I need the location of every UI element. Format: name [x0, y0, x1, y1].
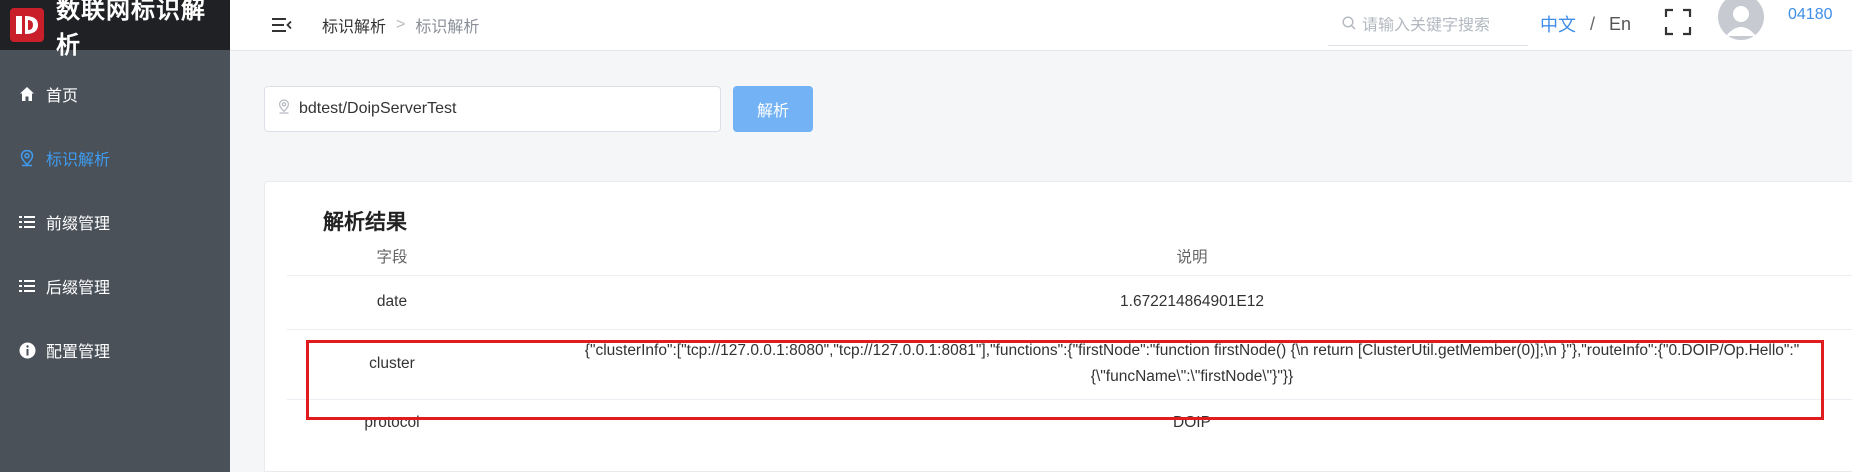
table-row: cluster {"clusterInfo":["tcp://127.0.0.1…	[287, 328, 1852, 399]
user-id[interactable]: 04180	[1788, 6, 1833, 24]
column-header-description: 说明	[1176, 248, 1208, 266]
top-header: 标识解析 > 标识解析 中文 / En 04180	[230, 0, 1852, 51]
cell-description: 1.672214864901E12	[497, 274, 1852, 329]
breadcrumb-separator-icon: >	[396, 16, 406, 33]
list-icon	[18, 277, 36, 295]
sidebar-item-label: 标识解析	[46, 152, 111, 169]
header-search-input[interactable]	[1362, 16, 1522, 35]
brand-title: 数联网标识解析	[56, 0, 206, 59]
sidebar-item-prefix-management[interactable]: 前缀管理	[0, 190, 230, 254]
info-icon	[18, 341, 36, 359]
list-icon	[18, 213, 36, 231]
header-search	[1328, 6, 1528, 46]
avatar[interactable]	[1718, 0, 1764, 40]
sidebar-item-suffix-management[interactable]: 后缀管理	[0, 254, 230, 318]
cell-description: DOIP	[497, 398, 1852, 447]
location-icon	[18, 149, 36, 167]
cell-field: date	[287, 274, 497, 329]
sidebar: 数联网标识解析 首页 标识解析 前缀管理 后缀管理 配置管理	[0, 0, 230, 472]
sidebar-item-home[interactable]: 首页	[0, 62, 230, 126]
location-icon	[277, 99, 291, 119]
result-panel: 解析结果 字段 说明 date 1.672214864901E12 cluste…	[264, 181, 1852, 472]
fullscreen-icon[interactable]	[1663, 7, 1693, 37]
sidebar-item-identifier-resolution[interactable]: 标识解析	[0, 126, 230, 190]
sidebar-item-label: 配置管理	[46, 344, 111, 361]
identifier-input[interactable]	[299, 100, 699, 118]
sidebar-menu: 首页 标识解析 前缀管理 后缀管理 配置管理	[0, 62, 230, 382]
language-switch: 中文 / En	[1540, 11, 1631, 37]
identifier-search-box	[264, 86, 721, 132]
parse-button[interactable]: 解析	[733, 86, 813, 132]
table-row: protocol DOIP	[287, 398, 1852, 447]
cell-description: {"clusterInfo":["tcp://127.0.0.1:8080","…	[497, 328, 1852, 399]
breadcrumb: 标识解析 > 标识解析	[322, 13, 479, 37]
cell-description-line: {\"funcName\":\"firstNode\"}"}}	[1090, 368, 1294, 385]
table-row: date 1.672214864901E12	[287, 274, 1852, 329]
main-content: 解析 解析结果 字段 说明 date 1.672214864901E12 clu…	[230, 51, 1852, 472]
column-header-field: 字段	[376, 248, 408, 266]
breadcrumb-item-current: 标识解析	[415, 19, 480, 36]
sidebar-item-label: 前缀管理	[46, 216, 111, 233]
menu-toggle-icon[interactable]	[272, 15, 294, 35]
cell-description-line: {"clusterInfo":["tcp://127.0.0.1:8080","…	[584, 342, 1800, 359]
home-icon	[18, 85, 36, 103]
result-title: 解析结果	[323, 211, 407, 234]
result-table: 字段 说明 date 1.672214864901E12 cluster {"c…	[287, 237, 1852, 447]
brand-header: 数联网标识解析	[0, 0, 230, 59]
sidebar-item-label: 后缀管理	[46, 280, 111, 297]
sidebar-item-config-management[interactable]: 配置管理	[0, 318, 230, 382]
cell-field: cluster	[287, 328, 497, 399]
lang-option-zh[interactable]: 中文	[1540, 11, 1576, 37]
search-icon	[1342, 16, 1356, 35]
lang-separator: /	[1590, 13, 1596, 34]
cell-field: protocol	[287, 398, 497, 447]
breadcrumb-item-parent[interactable]: 标识解析	[322, 13, 386, 37]
lang-option-en[interactable]: En	[1609, 14, 1631, 35]
brand-logo-icon	[8, 6, 46, 44]
sidebar-item-label: 首页	[46, 88, 79, 105]
table-header-row: 字段 说明	[287, 237, 1852, 275]
